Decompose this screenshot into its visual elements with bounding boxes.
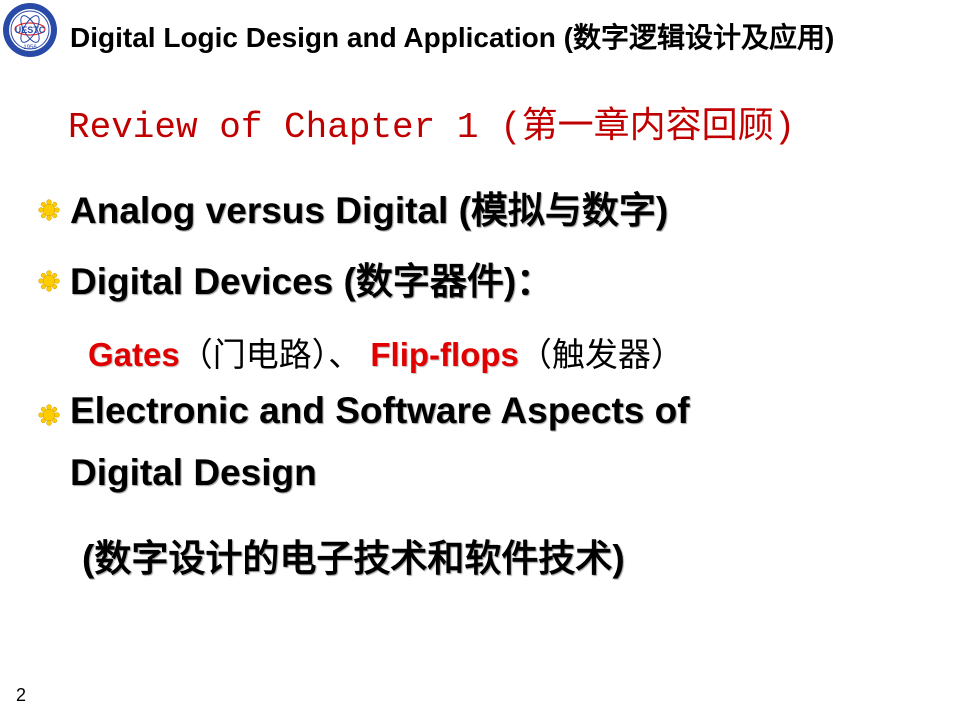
logo-text: UESTC [15, 25, 46, 35]
sunburst-bullet-icon [38, 199, 60, 221]
bullet-item-aspects: Electronic and Software Aspects of Digit… [38, 390, 690, 504]
slide: { "header": { "logo_icon": "university-s… [0, 0, 960, 720]
sunburst-bullet-icon [38, 270, 60, 292]
bullet-text-line: Digital Design [70, 452, 317, 493]
logo-year: 1956 [23, 45, 37, 51]
bullet-item-analog-digital: Analog versus Digital (模拟与数字) [38, 189, 668, 233]
bullet-item-digital-devices: Digital Devices (数字器件)： [38, 260, 553, 304]
gates-label: Gates [88, 336, 180, 373]
gates-cn-label: （门电路）、 [179, 336, 362, 373]
flipflops-cn-label: （触发器） [518, 336, 684, 373]
slide-title: Review of Chapter 1 (第一章内容回顾) [68, 107, 796, 148]
sunburst-bullet-icon [38, 404, 60, 426]
bullet-text-line: Electronic and Software Aspects of [70, 390, 690, 431]
chinese-note: (数字设计的电子技术和软件技术) [82, 538, 625, 579]
university-seal-icon: UESTC 1956 [3, 3, 57, 57]
bullet-text: Electronic and Software Aspects of Digit… [70, 380, 690, 504]
bullet-text: Analog versus Digital (模拟与数字) [70, 190, 669, 231]
flipflops-label: Flip-flops [370, 336, 519, 373]
header-title: Digital Logic Design and Application (数字… [70, 22, 835, 53]
page-number: 2 [16, 685, 27, 705]
digital-devices-subitems: Gates（门电路）、 Flip-flops（触发器） [88, 328, 684, 376]
bullet-text: Digital Devices (数字器件)： [70, 261, 554, 302]
